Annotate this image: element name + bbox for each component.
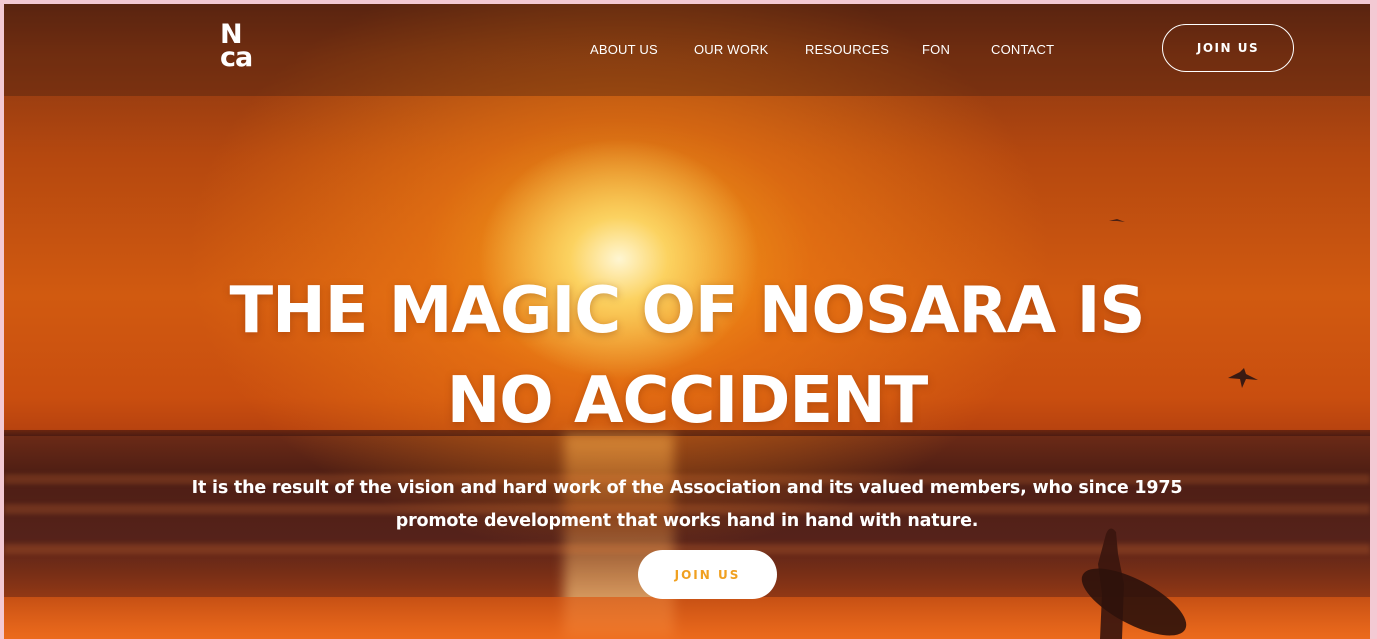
join-us-header-button[interactable]: JOIN US — [1162, 24, 1294, 72]
logo-line-2: ca — [220, 42, 253, 73]
nav-fon[interactable]: FON — [922, 42, 950, 57]
subtext-line-2: promote development that works hand in h… — [395, 511, 979, 531]
hero-subtext: It is the result of the vision and hard … — [4, 472, 1370, 538]
nav-contact[interactable]: CONTACT — [991, 42, 1054, 57]
hero-headline: THE MAGIC OF NOSARA IS NO ACCIDENT — [4, 266, 1370, 446]
page-frame: N ca ABOUT US OUR WORK RESOURCES FON CON… — [4, 4, 1370, 639]
nav-resources[interactable]: RESOURCES — [805, 42, 889, 57]
nav-our-work[interactable]: OUR WORK — [694, 42, 769, 57]
join-us-hero-button[interactable]: JOIN US — [638, 550, 777, 599]
bird-icon — [1109, 219, 1125, 222]
headline-line-1: THE MAGIC OF NOSARA IS — [229, 274, 1145, 348]
nav-about-us[interactable]: ABOUT US — [590, 42, 658, 57]
surfer-silhouette-icon — [1081, 528, 1187, 639]
headline-line-2: NO ACCIDENT — [446, 364, 929, 438]
nca-logo[interactable]: N ca — [220, 21, 253, 73]
subtext-line-1: It is the result of the vision and hard … — [191, 478, 1183, 498]
